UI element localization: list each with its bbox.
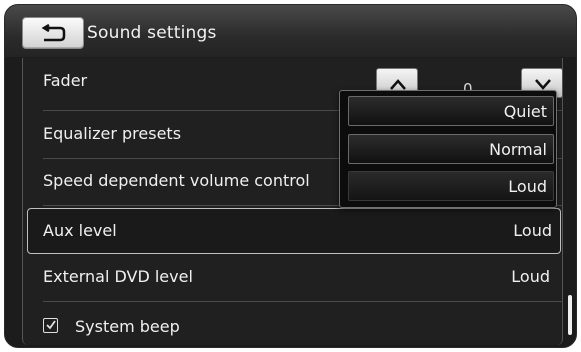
speed-volume-label: Speed dependent volume control [43, 171, 310, 190]
chevron-up-icon [390, 79, 406, 90]
scrollbar[interactable] [568, 295, 572, 335]
dvd-level-label: External DVD level [43, 267, 193, 286]
back-button[interactable] [22, 17, 84, 49]
dvd-level-value: Loud [511, 267, 550, 286]
checkbox-checked-icon[interactable] [43, 318, 58, 333]
equalizer-presets-label: Equalizer presets [43, 124, 182, 143]
aux-level-label: Aux level [43, 221, 117, 240]
dropdown-option-loud[interactable]: Loud [348, 171, 554, 201]
page-title: Sound settings [87, 23, 217, 43]
aux-level-value: Loud [513, 221, 552, 240]
system-beep-row[interactable]: System beep [23, 304, 562, 345]
dropdown-option-quiet[interactable]: Quiet [348, 96, 554, 126]
chevron-down-icon [535, 79, 551, 90]
dvd-level-row[interactable]: External DVD level Loud [23, 254, 562, 300]
aux-level-row[interactable]: Aux level Loud [27, 208, 561, 254]
back-arrow-icon [41, 24, 66, 42]
divider [43, 301, 562, 302]
fader-label: Fader [43, 71, 88, 90]
equalizer-dropdown: Quiet Normal Loud [339, 90, 557, 208]
title-bar: Sound settings [5, 5, 576, 57]
dropdown-option-normal[interactable]: Normal [348, 134, 554, 164]
sound-settings-window: Sound settings Fader 0 Equalizer presets [4, 4, 577, 348]
system-beep-label: System beep [75, 317, 180, 336]
